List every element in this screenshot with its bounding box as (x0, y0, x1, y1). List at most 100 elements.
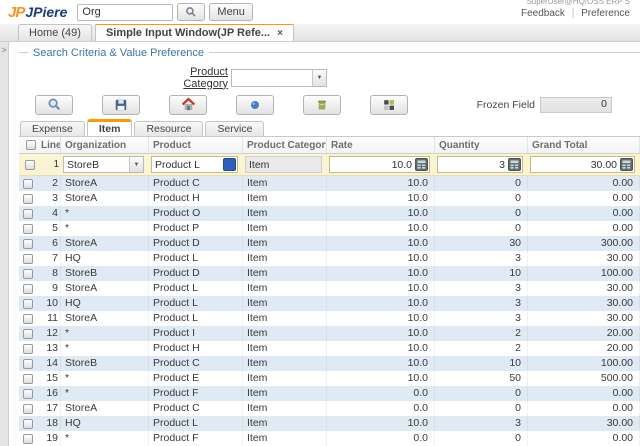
jpiere-logo[interactable]: JP JPiere (8, 4, 67, 21)
row-checkbox[interactable] (23, 404, 33, 414)
row-checkbox[interactable] (23, 434, 33, 444)
tab-resource[interactable]: Resource (134, 121, 203, 136)
row-checkbox[interactable] (23, 284, 33, 294)
cell-organization: StoreB (61, 356, 149, 371)
row-checkbox[interactable] (23, 389, 33, 399)
cell-quantity: 3 (435, 281, 528, 296)
table-row[interactable]: 12*Product IItem10.0220.00 (19, 326, 640, 341)
tab-simple-input-window[interactable]: Simple Input Window(JP Refe... × (95, 22, 294, 41)
table-row[interactable]: 2StoreAProduct CItem10.000.00 (19, 176, 640, 191)
row-checkbox[interactable] (23, 254, 33, 264)
cell-quantity: 0 (435, 176, 528, 191)
row-checkbox[interactable] (23, 179, 33, 189)
row-checkbox[interactable] (25, 160, 35, 170)
global-search-input[interactable] (77, 4, 173, 21)
table-row[interactable]: 19*Product FItem0.000.00 (19, 431, 640, 446)
table-row[interactable]: 16*Product FItem0.000.00 (19, 386, 640, 401)
table-row[interactable]: 6StoreAProduct DItem10.030300.00 (19, 236, 640, 251)
row-checkbox[interactable] (23, 224, 33, 234)
column-product-category[interactable]: Product Category (243, 137, 327, 153)
frozen-field-input[interactable]: 0 (540, 97, 612, 113)
sidebar-expand-handle[interactable]: > (0, 42, 9, 446)
preference-link[interactable]: Preference (581, 8, 630, 19)
calculator-icon[interactable] (415, 158, 428, 171)
table-row[interactable]: 11StoreAProduct LItem10.0330.00 (19, 311, 640, 326)
column-product[interactable]: Product (149, 137, 243, 153)
row-checkbox[interactable] (23, 269, 33, 279)
row-checkbox[interactable] (23, 194, 33, 204)
tab-expense[interactable]: Expense (20, 121, 85, 136)
cell-select (19, 251, 37, 266)
row-checkbox[interactable] (23, 359, 33, 369)
table-row[interactable]: 5*Product PItem10.000.00 (19, 221, 640, 236)
organization-combobox[interactable]: StoreB ▼ (63, 156, 144, 173)
toolbar: Frozen Field 0 (19, 94, 640, 115)
column-quantity[interactable]: Quantity (435, 137, 528, 153)
product-lookup-icon[interactable] (223, 158, 236, 171)
cell-line: 1 (37, 159, 61, 170)
table-row[interactable]: 3StoreAProduct HItem10.000.00 (19, 191, 640, 206)
cell-product-category: Item (243, 266, 327, 281)
menu-button[interactable]: Menu (209, 3, 253, 21)
table-row[interactable]: 4*Product OItem10.000.00 (19, 206, 640, 221)
product-search-field[interactable]: Product L (151, 156, 238, 173)
cell-grand-total: 20.00 (528, 326, 640, 341)
row-checkbox[interactable] (23, 329, 33, 339)
tab-item[interactable]: Item (87, 119, 133, 136)
cell-grand-total: 30.00 (528, 281, 640, 296)
cell-product-category: Item (243, 311, 327, 326)
cell-grand-total: 0.00 (528, 221, 640, 236)
cell-organization: StoreA (61, 236, 149, 251)
rate-field[interactable]: 10.0 (329, 156, 430, 173)
table-row[interactable]: 17StoreAProduct CItem0.000.00 (19, 401, 640, 416)
column-line[interactable]: Line (37, 137, 61, 153)
feedback-link[interactable]: Feedback (521, 8, 565, 19)
quantity-field[interactable]: 3 (437, 156, 523, 173)
chevron-down-icon[interactable]: ▼ (312, 70, 326, 86)
requery-button[interactable] (35, 95, 73, 115)
column-rate[interactable]: Rate (327, 137, 435, 153)
cell-organization: StoreA (61, 401, 149, 416)
save-button[interactable] (102, 95, 140, 115)
detail-tabbar: Expense Item Resource Service (19, 120, 640, 136)
detail-toggle-button[interactable] (370, 95, 408, 115)
row-checkbox[interactable] (23, 299, 33, 309)
home-button[interactable] (169, 95, 207, 115)
table-row[interactable]: 15*Product EItem10.050500.00 (19, 371, 640, 386)
row-checkbox[interactable] (23, 344, 33, 354)
row-checkbox[interactable] (23, 314, 33, 324)
grand-total-field[interactable]: 30.00 (530, 156, 635, 173)
row-checkbox[interactable] (23, 419, 33, 429)
cell-grand-total: 30.00 (528, 251, 640, 266)
row-checkbox[interactable] (23, 239, 33, 249)
table-row[interactable]: 7HQProduct LItem10.0330.00 (19, 251, 640, 266)
table-row[interactable]: 10HQProduct LItem10.0330.00 (19, 296, 640, 311)
tab-service[interactable]: Service (205, 121, 264, 136)
cell-product: Product I (149, 326, 243, 341)
close-icon[interactable]: × (277, 28, 283, 39)
product-category-combobox[interactable]: ▼ (231, 69, 327, 87)
table-row[interactable]: 13*Product HItem10.0220.00 (19, 341, 640, 356)
delete-button[interactable] (303, 95, 341, 115)
cell-rate: 10.0 (327, 176, 435, 191)
cell-product-category: Item (243, 176, 327, 191)
table-row[interactable]: 14StoreBProduct CItem10.010100.00 (19, 356, 640, 371)
calculator-icon[interactable] (508, 158, 521, 171)
column-organization[interactable]: Organization (61, 137, 149, 153)
cell-quantity: 50 (435, 371, 528, 386)
select-all-checkbox[interactable] (26, 140, 36, 150)
tab-home[interactable]: Home (49) (18, 24, 92, 41)
global-search-button[interactable] (177, 3, 205, 21)
edit-row[interactable]: 1 StoreB ▼ Product L Item (19, 154, 640, 176)
column-grand-total[interactable]: Grand Total (528, 137, 640, 153)
process-button[interactable] (236, 95, 274, 115)
row-checkbox[interactable] (23, 209, 33, 219)
group-legend: Search Criteria & Value Preference (28, 47, 209, 59)
table-row[interactable]: 18HQProduct LItem10.0330.00 (19, 416, 640, 431)
table-row[interactable]: 8StoreBProduct DItem10.010100.00 (19, 266, 640, 281)
chevron-down-icon[interactable]: ▼ (129, 157, 143, 172)
row-checkbox[interactable] (23, 374, 33, 384)
calculator-icon[interactable] (620, 158, 633, 171)
cell-product: Product F (149, 386, 243, 401)
table-row[interactable]: 9StoreAProduct LItem10.0330.00 (19, 281, 640, 296)
